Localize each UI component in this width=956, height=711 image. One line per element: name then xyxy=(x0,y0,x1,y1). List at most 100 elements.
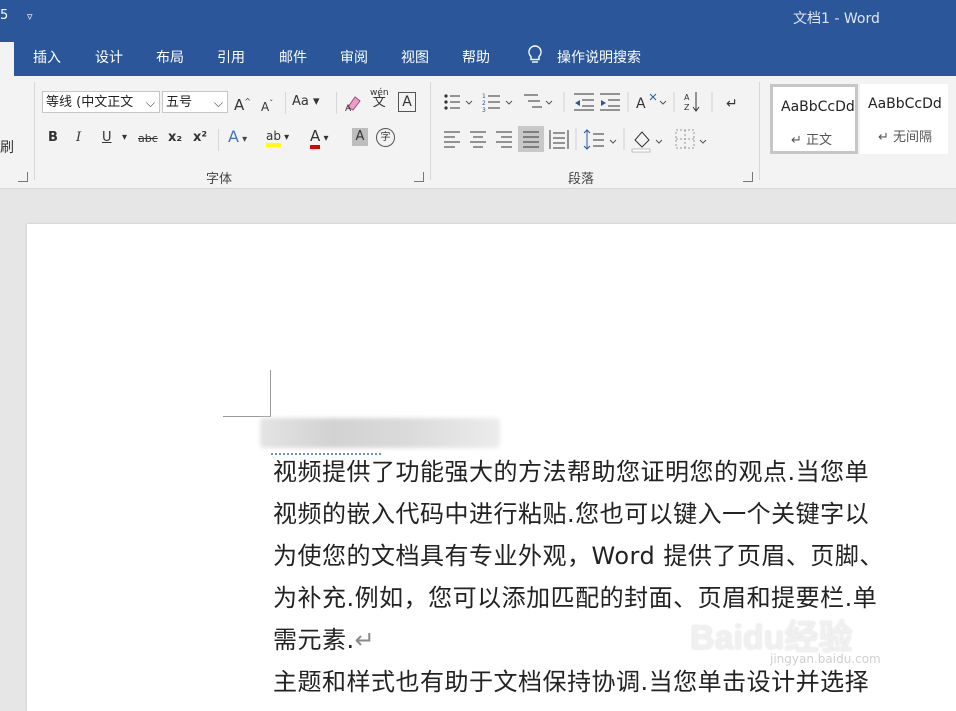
svg-text:1: 1 xyxy=(482,93,486,100)
paragraph-tools: 1 2 3 A A Z ↵ xyxy=(444,92,738,153)
align-center-icon[interactable] xyxy=(470,131,486,148)
font-size-value: 五号 xyxy=(166,95,193,110)
shading-icon[interactable] xyxy=(631,131,663,153)
style-sample: AaBbCcDd xyxy=(781,99,855,115)
multilevel-list-icon[interactable] xyxy=(524,94,553,108)
style-name: ↵ 无间隔 xyxy=(878,130,933,145)
font-group-label: 字体 xyxy=(206,172,233,187)
font-dialog-launcher-icon[interactable] xyxy=(414,172,424,182)
svg-text:Z: Z xyxy=(684,103,690,112)
style-normal[interactable]: AaBbCcDd ↵ 正文 xyxy=(770,84,858,154)
divider xyxy=(218,129,219,151)
style-sample: AaBbCcDd xyxy=(868,96,942,112)
clear-formatting-icon[interactable]: A xyxy=(344,93,364,113)
style-no-spacing[interactable]: AaBbCcDd ↵ 无间隔 xyxy=(860,84,948,154)
character-shading-button[interactable]: A xyxy=(352,128,368,146)
paragraph-dialog-launcher-icon[interactable] xyxy=(743,172,753,182)
numbering-icon[interactable]: 1 2 3 xyxy=(482,93,513,114)
tab-insert[interactable]: 插入 xyxy=(33,47,61,67)
superscript-button[interactable]: x² xyxy=(193,128,207,150)
margin-corner-mark xyxy=(223,416,271,417)
bold-button[interactable]: B xyxy=(48,128,58,150)
style-name-text: 无间隔 xyxy=(893,130,933,145)
styles-gallery: AaBbCcDd ↵ 正文 AaBbCcDd ↵ 无间隔 xyxy=(766,84,956,156)
align-right-icon[interactable] xyxy=(496,131,512,148)
title-bar: 5 ▿ 文档1 - Word xyxy=(0,0,956,36)
underline-button[interactable]: U xyxy=(102,128,112,150)
underline-dropdown-icon[interactable]: ▾ xyxy=(122,128,127,150)
watermark-url: jingyan.baidu.com xyxy=(770,652,881,666)
paragraph-group-label: 段落 xyxy=(568,172,595,187)
clipboard-launcher-icon[interactable] xyxy=(18,172,28,182)
doc-line[interactable]: 视频提供了功能强大的方法帮助您证明您的观点.当您单 xyxy=(273,452,869,487)
format-painter-button[interactable]: 刷 xyxy=(0,138,14,160)
svg-text:↵: ↵ xyxy=(726,96,738,112)
highlight-button[interactable]: ab ▾ xyxy=(266,126,289,148)
window-title: 文档1 - Word xyxy=(793,11,880,27)
grow-font-icon: A xyxy=(234,96,245,114)
customize-quick-access-icon[interactable]: ▿ xyxy=(27,10,33,23)
font-size-combo[interactable]: 五号 ⌵ xyxy=(162,91,228,113)
change-case-button[interactable]: Aa ▾ xyxy=(292,92,320,114)
doc-line[interactable]: 为使您的文档具有专业外观，Word 提供了页眉、页脚、 xyxy=(273,536,884,571)
ribbon-tab-bar: 插入 设计 布局 引用 邮件 审阅 视图 帮助 操作说明搜索 xyxy=(0,36,956,76)
tab-design[interactable]: 设计 xyxy=(95,47,123,67)
tab-review[interactable]: 审阅 xyxy=(340,47,368,67)
doc-line[interactable]: 需元素.↵ xyxy=(273,620,375,655)
redo-icon[interactable]: 5 xyxy=(0,8,8,23)
blurred-heading xyxy=(260,418,500,448)
text-effects-icon: A xyxy=(228,127,239,146)
doc-line[interactable]: 为补充.例如，您可以添加匹配的封面、页眉和提要栏.单 xyxy=(273,578,877,613)
lightbulb-icon[interactable] xyxy=(526,44,544,66)
divider xyxy=(430,82,431,180)
decrease-indent-icon[interactable] xyxy=(574,93,594,111)
align-left-icon[interactable] xyxy=(444,131,460,148)
increase-indent-icon[interactable] xyxy=(600,93,620,111)
doc-line-text: 需元素. xyxy=(273,626,355,654)
style-name-text: 正文 xyxy=(806,133,833,148)
tab-mailings[interactable]: 邮件 xyxy=(279,47,307,67)
bullets-icon[interactable] xyxy=(444,94,473,110)
font-name-combo[interactable]: 等线 (中文正文 ⌵ xyxy=(42,91,160,113)
tell-me-search[interactable]: 操作说明搜索 xyxy=(557,47,641,67)
enclose-characters-button[interactable]: 字 xyxy=(376,128,395,147)
font-color-icon: A xyxy=(310,127,321,149)
tab-layout[interactable]: 布局 xyxy=(156,47,184,67)
distributed-icon[interactable] xyxy=(549,130,569,149)
font-name-value: 等线 (中文正文 xyxy=(46,95,134,110)
font-color-button[interactable]: A ▾ xyxy=(310,126,328,149)
sort-icon[interactable]: A Z xyxy=(684,92,700,112)
italic-button[interactable]: I xyxy=(76,128,81,150)
borders-icon[interactable] xyxy=(675,129,707,149)
divider xyxy=(34,82,35,180)
shrink-font-icon: A xyxy=(261,100,270,114)
ribbon: 刷 等线 (中文正文 ⌵ 五号 ⌵ A^ Aˇ Aa ▾ A wén 文 A B … xyxy=(0,76,956,189)
justify-icon[interactable] xyxy=(518,126,544,152)
phonetic-guide-char: 文 xyxy=(372,95,386,110)
svg-text:3: 3 xyxy=(482,107,486,114)
character-border-button[interactable]: A xyxy=(398,92,416,112)
highlighter-icon: ab xyxy=(266,129,281,147)
grow-font-button[interactable]: A^ xyxy=(234,92,251,114)
subscript-button[interactable]: x₂ xyxy=(168,128,182,150)
divider xyxy=(285,92,286,114)
tab-references[interactable]: 引用 xyxy=(217,47,245,67)
strikethrough-button[interactable]: abc xyxy=(138,129,158,151)
show-hide-marks-icon[interactable]: ↵ xyxy=(726,96,738,112)
tab-view[interactable]: 视图 xyxy=(401,47,429,67)
line-spacing-icon[interactable] xyxy=(583,129,617,150)
margin-corner-mark xyxy=(270,370,271,416)
asian-layout-icon[interactable]: A xyxy=(636,93,667,112)
text-effects-button[interactable]: A ▾ xyxy=(228,127,247,149)
divider xyxy=(759,82,760,180)
shrink-font-button[interactable]: Aˇ xyxy=(261,94,273,116)
paragraph-mark-icon: ↵ xyxy=(354,626,376,654)
svg-text:2: 2 xyxy=(482,100,486,107)
phonetic-guide-button[interactable]: wén 文 xyxy=(370,88,389,116)
change-case-icon: Aa xyxy=(292,94,309,109)
tab-help[interactable]: 帮助 xyxy=(462,47,490,67)
tab-home-selected[interactable] xyxy=(0,42,14,76)
divider xyxy=(336,92,337,114)
chevron-down-icon: ⌵ xyxy=(213,96,223,110)
doc-line[interactable]: 视频的嵌入代码中进行粘贴.您也可以键入一个关键字以 xyxy=(273,494,869,529)
